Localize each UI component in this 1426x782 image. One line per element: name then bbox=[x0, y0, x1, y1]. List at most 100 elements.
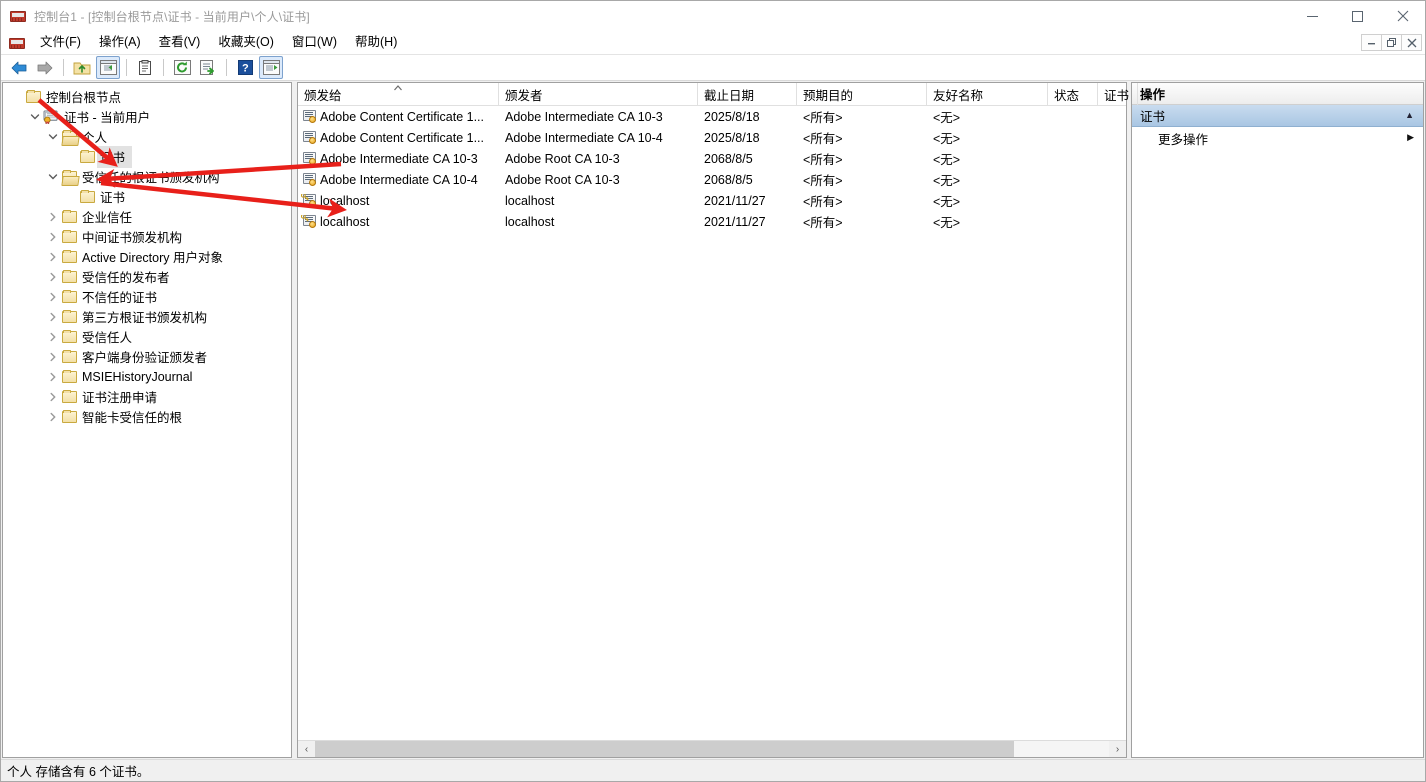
mdi-restore-button[interactable] bbox=[1381, 34, 1402, 51]
tree-node[interactable]: Active Directory 用户对象 bbox=[3, 247, 291, 267]
tree-node-label: 证书注册申请 bbox=[82, 391, 158, 405]
menu-file[interactable]: 文件(F) bbox=[31, 32, 90, 54]
help-icon[interactable]: ? bbox=[233, 56, 257, 79]
back-icon[interactable] bbox=[7, 56, 31, 79]
table-row[interactable]: Adobe Content Certificate 1... Adobe Inte… bbox=[298, 106, 1126, 127]
minimize-button[interactable] bbox=[1290, 1, 1335, 31]
folder-icon bbox=[79, 189, 96, 205]
console-tree-pane[interactable]: 控制台根节点 证书 - 当前用户 个人 证书 受信任的根证书颁发机构 证书 企业信任 中间证书… bbox=[2, 82, 292, 758]
chevron-right-icon[interactable] bbox=[45, 407, 61, 427]
tree-node[interactable]: 证书 - 当前用户 bbox=[3, 107, 291, 127]
menu-view[interactable]: 查看(V) bbox=[150, 32, 210, 54]
show-hide-action-pane-icon[interactable] bbox=[259, 56, 283, 79]
content-area: 控制台根节点 证书 - 当前用户 个人 证书 受信任的根证书颁发机构 证书 企业信任 中间证书… bbox=[1, 81, 1425, 759]
tree-node-label: 不信任的证书 bbox=[82, 291, 158, 305]
tree-node-label: 第三方根证书颁发机构 bbox=[82, 311, 208, 325]
cell-text: Adobe Content Certificate 1... bbox=[320, 109, 484, 124]
column-header[interactable]: 截止日期 bbox=[698, 83, 797, 105]
column-header[interactable]: 预期目的 bbox=[797, 83, 927, 105]
chevron-right-icon[interactable] bbox=[45, 267, 61, 287]
tree-node[interactable]: 证书 bbox=[3, 187, 291, 207]
actions-group-certificates[interactable]: 证书 ▲ bbox=[1132, 105, 1423, 127]
column-header[interactable]: 颁发给 bbox=[298, 83, 499, 105]
status-text: 个人 存储含有 6 个证书。 bbox=[7, 765, 150, 779]
chevron-down-icon[interactable] bbox=[27, 107, 43, 127]
tree-node[interactable]: 控制台根节点 bbox=[3, 87, 291, 107]
chevron-right-icon[interactable] bbox=[45, 327, 61, 347]
tree-node[interactable]: 不信任的证书 bbox=[3, 287, 291, 307]
column-header[interactable]: 颁发者 bbox=[499, 83, 698, 105]
properties-icon[interactable] bbox=[133, 56, 157, 79]
chevron-up-icon[interactable]: ▲ bbox=[1405, 110, 1414, 120]
table-row[interactable]: localhost localhost 2021/11/27 <所有> <无> bbox=[298, 211, 1126, 232]
folder-icon bbox=[79, 149, 96, 165]
window-controls bbox=[1290, 1, 1425, 31]
close-button[interactable] bbox=[1380, 1, 1425, 31]
tree-node[interactable]: 客户端身份验证颁发者 bbox=[3, 347, 291, 367]
chevron-down-icon[interactable] bbox=[45, 127, 61, 147]
scroll-left-icon[interactable]: ‹ bbox=[298, 741, 315, 757]
scroll-track[interactable] bbox=[315, 741, 1109, 757]
action-more-actions[interactable]: 更多操作 ▶ bbox=[1132, 127, 1423, 149]
up-folder-icon[interactable] bbox=[70, 56, 94, 79]
column-header[interactable]: 证书 bbox=[1098, 83, 1138, 105]
tree-node[interactable]: 个人 bbox=[3, 127, 291, 147]
table-cell-purpose: <所有> bbox=[797, 128, 927, 147]
column-header[interactable]: 友好名称 bbox=[927, 83, 1048, 105]
folder-icon bbox=[61, 289, 78, 305]
menu-action[interactable]: 操作(A) bbox=[90, 32, 150, 54]
chevron-right-icon[interactable] bbox=[45, 307, 61, 327]
tree-node[interactable]: 受信任的发布者 bbox=[3, 267, 291, 287]
table-cell-purpose: <所有> bbox=[797, 191, 927, 210]
scroll-thumb[interactable] bbox=[315, 741, 1014, 757]
tree-node[interactable]: 中间证书颁发机构 bbox=[3, 227, 291, 247]
mdi-close-button[interactable] bbox=[1401, 34, 1422, 51]
table-cell-friendly-name: <无> bbox=[927, 128, 1048, 147]
table-row[interactable]: localhost localhost 2021/11/27 <所有> <无> bbox=[298, 190, 1126, 211]
cell-text: Adobe Content Certificate 1... bbox=[320, 130, 484, 145]
show-hide-tree-icon[interactable] bbox=[96, 56, 120, 79]
chevron-right-icon[interactable] bbox=[45, 287, 61, 307]
tree-node[interactable]: 智能卡受信任的根 bbox=[3, 407, 291, 427]
forward-icon[interactable] bbox=[33, 56, 57, 79]
tree-node-label: 受信任人 bbox=[82, 331, 133, 345]
export-list-icon[interactable] bbox=[196, 56, 220, 79]
list-horizontal-scrollbar[interactable]: ‹ › bbox=[298, 740, 1126, 757]
menu-window[interactable]: 窗口(W) bbox=[283, 32, 346, 54]
system-menu-icon[interactable] bbox=[9, 35, 25, 51]
column-header[interactable]: 状态 bbox=[1048, 83, 1098, 105]
menu-help[interactable]: 帮助(H) bbox=[346, 32, 406, 54]
certificates-list-pane[interactable]: 颁发给 颁发者 截止日期 预期目的 友好名称 状态 证书 Adobe Content Cer… bbox=[297, 82, 1138, 758]
table-row[interactable]: Adobe Content Certificate 1... Adobe Inte… bbox=[298, 127, 1126, 148]
table-row[interactable]: Adobe Intermediate CA 10-3 Adobe Root CA … bbox=[298, 148, 1126, 169]
tree-node[interactable]: 受信任的根证书颁发机构 bbox=[3, 167, 291, 187]
refresh-icon[interactable] bbox=[170, 56, 194, 79]
chevron-right-icon[interactable] bbox=[45, 367, 61, 387]
table-row[interactable]: Adobe Intermediate CA 10-4 Adobe Root CA … bbox=[298, 169, 1126, 190]
chevron-right-icon[interactable] bbox=[45, 347, 61, 367]
tree-node[interactable]: 企业信任 bbox=[3, 207, 291, 227]
tree-node[interactable]: 证书注册申请 bbox=[3, 387, 291, 407]
tree-node[interactable]: 受信任人 bbox=[3, 327, 291, 347]
menu-favorites[interactable]: 收藏夹(O) bbox=[209, 32, 283, 54]
chevron-right-icon[interactable] bbox=[45, 387, 61, 407]
scroll-right-icon[interactable]: › bbox=[1109, 741, 1126, 757]
table-cell-issued-by: Adobe Root CA 10-3 bbox=[499, 173, 698, 187]
chevron-right-icon[interactable] bbox=[45, 207, 61, 227]
tree-node[interactable]: 第三方根证书颁发机构 bbox=[3, 307, 291, 327]
list-rows-container[interactable]: Adobe Content Certificate 1... Adobe Inte… bbox=[298, 106, 1126, 740]
cell-text: 2068/8/5 bbox=[704, 151, 753, 166]
tree-node[interactable]: 证书 bbox=[3, 146, 291, 168]
chevron-right-icon[interactable] bbox=[45, 227, 61, 247]
cell-text: 2025/8/18 bbox=[704, 130, 760, 145]
table-cell-purpose: <所有> bbox=[797, 170, 927, 189]
list-column-headers[interactable]: 颁发给 颁发者 截止日期 预期目的 友好名称 状态 证书 bbox=[298, 83, 1138, 106]
maximize-button[interactable] bbox=[1335, 1, 1380, 31]
tree-node[interactable]: MSIEHistoryJournal bbox=[3, 367, 291, 387]
mdi-minimize-button[interactable] bbox=[1361, 34, 1382, 51]
table-cell-purpose: <所有> bbox=[797, 212, 927, 231]
actions-pane: 操作 证书 ▲ 更多操作 ▶ bbox=[1131, 82, 1424, 758]
chevron-right-icon[interactable] bbox=[45, 247, 61, 267]
chevron-down-icon[interactable] bbox=[45, 167, 61, 187]
